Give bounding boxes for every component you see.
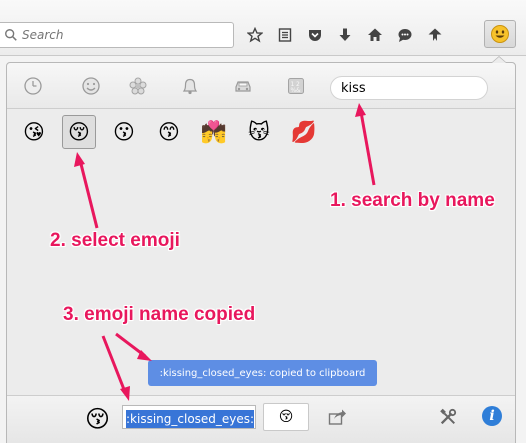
category-nature[interactable] <box>126 74 150 98</box>
emoji-toolbar-button[interactable] <box>484 20 516 48</box>
emoji-kiss-couple[interactable]: 💏 <box>197 115 231 149</box>
symbols-icon: 1 2% & <box>288 78 304 94</box>
smiley-icon <box>82 77 100 95</box>
emoji-char-glyph: 😚 <box>278 409 294 425</box>
download-button[interactable] <box>330 22 360 48</box>
home-icon <box>368 28 382 41</box>
emoji-kissing-face[interactable]: 😗 <box>107 115 141 149</box>
emoji-detail-bar: 😚 :kissing_closed_eyes: 😚 i <box>7 395 515 443</box>
chat-button[interactable] <box>390 22 420 48</box>
settings-tools-icon[interactable] <box>439 408 457 426</box>
category-symbols[interactable]: 1 2% & <box>284 74 308 98</box>
svg-text:&: & <box>296 87 301 94</box>
reading-list-button[interactable] <box>270 22 300 48</box>
selected-emoji-preview: 😚 <box>85 405 111 433</box>
emoji-kiss-mark[interactable]: 💋 <box>287 115 321 149</box>
share-icon[interactable] <box>327 407 347 427</box>
category-people[interactable] <box>79 74 103 98</box>
pocket-button[interactable] <box>300 22 330 48</box>
star-icon <box>247 27 263 43</box>
toolbar-icons <box>240 22 450 48</box>
category-recent[interactable] <box>21 74 45 98</box>
emoji-name-text: :kissing_closed_eyes: <box>126 410 255 428</box>
panel-arrow-inner <box>492 57 506 63</box>
annotation-step-3: 3. emoji name copied <box>63 304 256 325</box>
hello-icon <box>428 28 442 41</box>
browser-search-box[interactable] <box>0 22 234 48</box>
flower-icon <box>129 77 147 95</box>
category-objects[interactable] <box>178 74 202 98</box>
category-places[interactable] <box>231 74 255 98</box>
browser-search-input[interactable] <box>22 28 222 42</box>
emoji-char-button[interactable]: 😚 <box>263 403 309 431</box>
category-bar: 1 2% & <box>7 63 515 109</box>
screenshot-root: 12%& 😘 😚 😗 😙 💏 😽 💋 😚 :kissing_closed_eye… <box>0 0 526 443</box>
emoji-face-throwing-kiss[interactable]: 😘 <box>17 115 51 149</box>
clock-icon <box>24 77 42 95</box>
copied-tooltip: :kissing_closed_eyes: copied to clipboar… <box>148 360 377 386</box>
search-icon <box>5 29 17 41</box>
home-button[interactable] <box>360 22 390 48</box>
emoji-kissing-smiling-eyes[interactable]: 😙 <box>152 115 186 149</box>
emoji-search-input[interactable] <box>330 76 488 100</box>
annotation-step-2: 2. select emoji <box>50 230 180 251</box>
browser-toolbar <box>0 0 526 56</box>
car-icon <box>235 81 251 92</box>
emoji-kissing-closed-eyes[interactable]: 😚 <box>62 115 96 149</box>
annotation-step-1: 1. search by name <box>330 190 495 211</box>
bell-icon <box>182 78 198 95</box>
hello-button[interactable] <box>420 22 450 48</box>
emoji-kissing-cat[interactable]: 😽 <box>242 115 276 149</box>
emoji-icon <box>491 25 509 43</box>
pocket-icon <box>309 30 321 41</box>
emoji-name-field[interactable]: :kissing_closed_eyes: <box>122 405 256 429</box>
download-icon <box>339 28 351 41</box>
bookmark-star-button[interactable] <box>240 22 270 48</box>
info-icon[interactable]: i <box>482 406 502 426</box>
reading-list-icon <box>278 28 292 42</box>
chat-icon <box>398 29 412 42</box>
emoji-results-grid: 😘 😚 😗 😙 💏 😽 💋 <box>17 115 332 149</box>
